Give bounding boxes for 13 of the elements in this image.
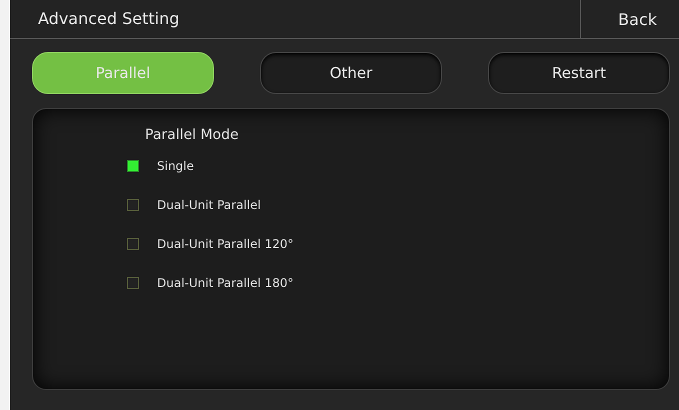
section-heading: Parallel Mode [145, 127, 239, 143]
tab[interactable]: Other [260, 52, 442, 94]
radio-box[interactable] [127, 199, 139, 211]
option-label[interactable]: Dual-Unit Parallel 180° [157, 276, 294, 290]
tab[interactable]: Restart [488, 52, 670, 94]
option-label[interactable]: Dual-Unit Parallel [157, 198, 261, 212]
back-button[interactable]: Back [580, 0, 679, 38]
radio-box[interactable] [127, 277, 139, 289]
option-label[interactable]: Dual-Unit Parallel 120° [157, 237, 294, 251]
radio-box[interactable] [127, 238, 139, 250]
option-label[interactable]: Single [157, 159, 194, 173]
screen-title: Advanced Setting [37, 8, 180, 30]
radio-box[interactable] [127, 160, 139, 172]
